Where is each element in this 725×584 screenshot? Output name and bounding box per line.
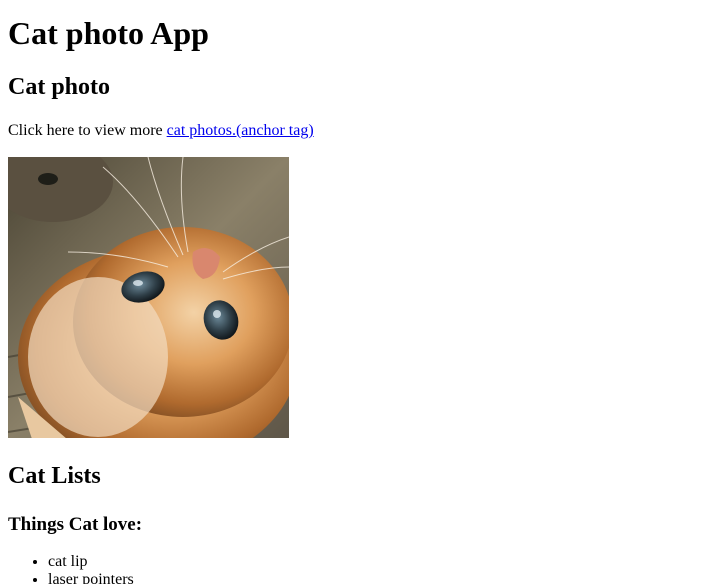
cat-love-list: cat lip laser pointers [8,553,717,584]
cat-photo-image [8,157,289,438]
intro-text: Click here to view more [8,122,167,139]
page: Cat photo App Cat photo Click here to vi… [0,0,725,584]
page-title: Cat photo App [8,15,209,51]
cat-lists-heading: Cat Lists [8,463,101,489]
cat-photo-heading: Cat photo [8,74,111,100]
cat-photos-link[interactable]: cat photos.(anchor tag) [167,122,314,139]
list-item: laser pointers [48,571,717,584]
list-item: cat lip [48,553,717,571]
intro-paragraph: Click here to view more cat photos.(anch… [8,121,717,140]
things-cat-love-heading: Things Cat love: [8,514,143,535]
